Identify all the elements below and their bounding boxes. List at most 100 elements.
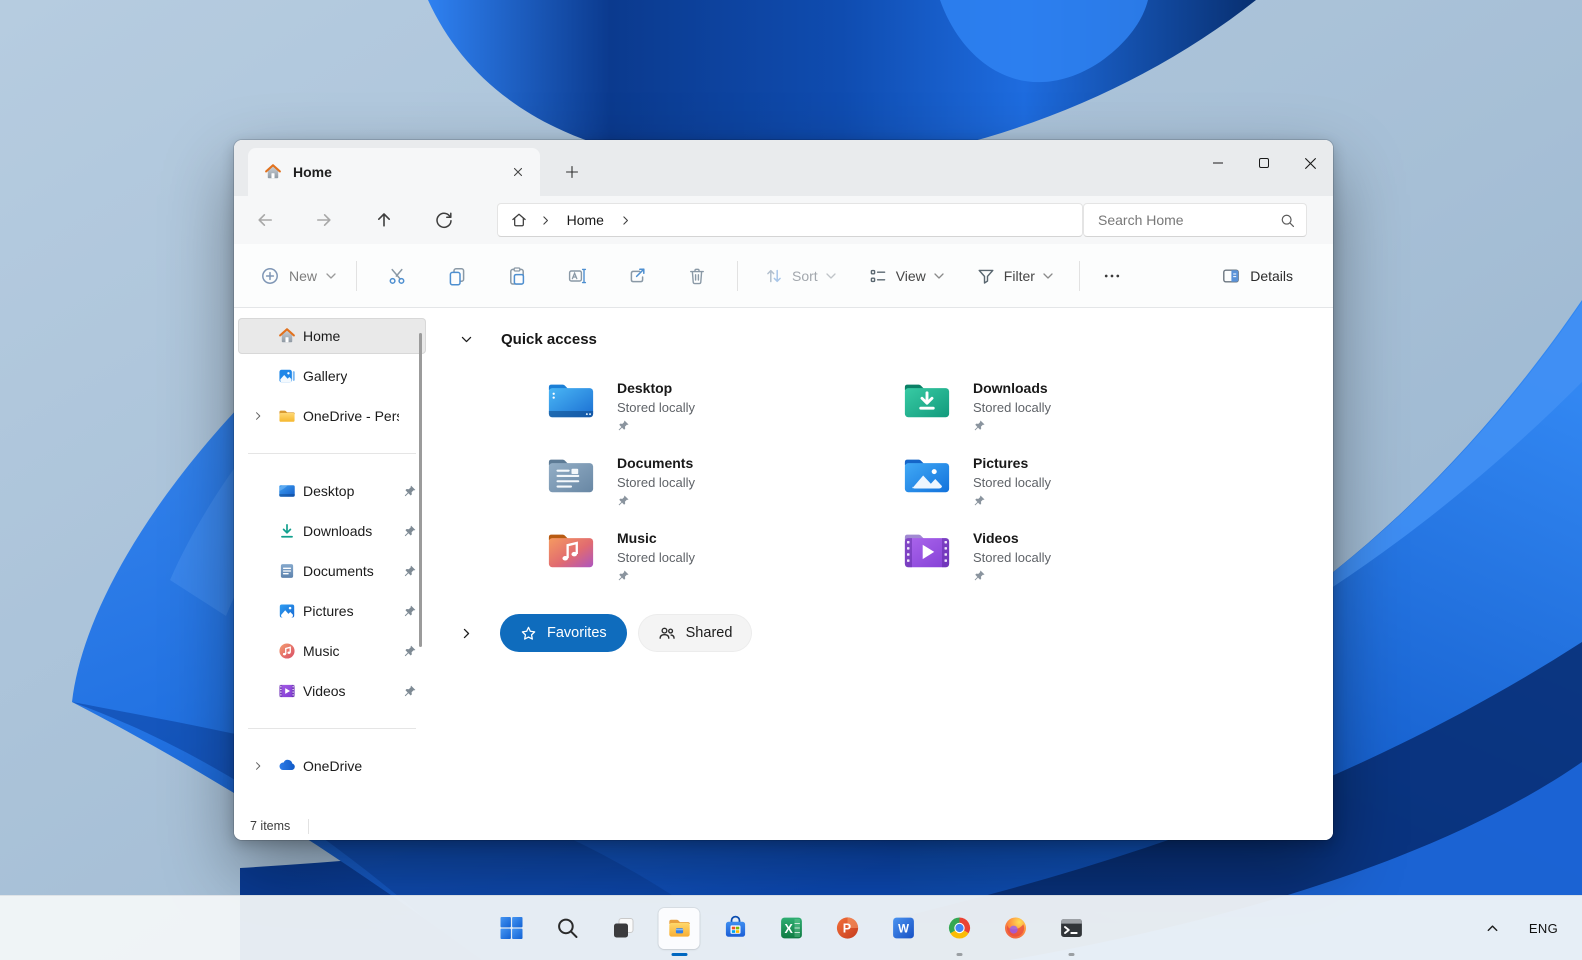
view-button[interactable]: View (858, 256, 954, 296)
sidebar-item-onedrive-personal[interactable]: OneDrive - Perso (238, 398, 426, 434)
sidebar-item-desktop[interactable]: Desktop (238, 473, 426, 509)
tab-bar: Home (234, 140, 1333, 196)
search-icon[interactable] (1279, 212, 1296, 229)
running-indicator (1068, 952, 1074, 956)
up-icon[interactable] (367, 203, 401, 237)
chrome-icon (948, 917, 970, 939)
terminal-button[interactable] (1051, 908, 1092, 956)
chevron-down-icon (826, 272, 836, 279)
folder-music-icon (548, 534, 594, 568)
breadcrumb-home-icon[interactable] (510, 211, 528, 229)
rename-icon[interactable] (557, 256, 597, 296)
breadcrumb-chevron-icon-2[interactable] (618, 213, 633, 228)
sort-button[interactable]: Sort (754, 256, 846, 296)
breadcrumb-chevron-icon[interactable] (538, 213, 553, 228)
sidebar-item-music[interactable]: Music (238, 633, 426, 669)
task-view-button[interactable] (603, 908, 644, 949)
chevron-right-icon[interactable] (458, 625, 475, 642)
pill-label: Favorites (547, 625, 607, 641)
chevron-right-icon[interactable] (250, 408, 266, 424)
section-title: Quick access (501, 331, 597, 348)
firefox-button[interactable] (995, 908, 1036, 949)
excel-button[interactable]: X (771, 908, 812, 949)
running-indicator (671, 952, 687, 956)
tab-home[interactable]: Home (248, 148, 540, 196)
svg-text:X: X (784, 922, 793, 936)
status-divider (308, 818, 310, 834)
search-input[interactable] (1098, 212, 1279, 228)
refresh-icon[interactable] (427, 203, 461, 237)
details-button[interactable]: Details (1211, 256, 1303, 296)
sidebar-item-onedrive[interactable]: OneDrive (238, 748, 426, 784)
sidebar-item-gallery[interactable]: Gallery (238, 358, 426, 394)
folder-tile-music[interactable]: Music Stored locally (546, 528, 902, 603)
navigation-pane: Home Gallery OneDrive - Per Desktop Down… (234, 308, 430, 812)
more-options-icon[interactable] (1092, 256, 1132, 296)
folder-tile-videos[interactable]: Videos Stored locally (902, 528, 1258, 603)
documents-icon (278, 562, 296, 580)
sidebar-item-home[interactable]: Home (238, 318, 426, 354)
toolbar-divider (737, 260, 739, 291)
filter-button[interactable]: Filter (966, 256, 1063, 296)
system-tray: ENG (1485, 896, 1582, 960)
search-box[interactable] (1083, 203, 1307, 237)
folder-tile-desktop[interactable]: Desktop Stored locally (546, 378, 902, 453)
funnel-icon (978, 269, 994, 284)
folder-status: Stored locally (617, 475, 696, 490)
breadcrumb-segment-home[interactable]: Home (563, 212, 608, 228)
onedrive-cloud-icon (278, 757, 296, 775)
start-button[interactable] (491, 908, 532, 949)
sidebar-item-downloads[interactable]: Downloads (238, 513, 426, 549)
sidebar-scrollbar[interactable] (419, 333, 422, 647)
address-bar[interactable]: Home (496, 203, 1083, 237)
taskbar-search-button[interactable] (547, 908, 588, 949)
pictures-icon (278, 602, 296, 620)
pin-icon (403, 684, 417, 698)
folder-desktop-icon (548, 384, 594, 418)
maximize-icon[interactable] (1241, 140, 1287, 186)
microsoft-store-button[interactable] (715, 908, 756, 949)
new-button[interactable]: New (250, 256, 346, 296)
content-pane: Quick access Desktop Stored locally Down… (430, 308, 1333, 812)
running-indicator (956, 952, 962, 956)
excel-icon: X (780, 917, 802, 939)
folder-tile-documents[interactable]: Documents Stored locally (546, 453, 902, 528)
task-view-icon (613, 918, 633, 938)
pin-icon (974, 420, 985, 431)
chrome-button[interactable] (939, 908, 980, 956)
folder-tile-downloads[interactable]: Downloads Stored locally (902, 378, 1258, 453)
back-icon[interactable] (248, 203, 282, 237)
favorites-pill[interactable]: Favorites (500, 614, 627, 652)
sidebar-item-pictures[interactable]: Pictures (238, 593, 426, 629)
cut-icon[interactable] (377, 256, 417, 296)
shared-pill[interactable]: Shared (637, 614, 753, 652)
sort-arrows-icon (767, 269, 781, 282)
minimize-icon[interactable] (1195, 140, 1241, 186)
new-tab-button[interactable] (556, 156, 588, 188)
paste-icon[interactable] (497, 256, 537, 296)
chevron-right-icon[interactable] (250, 758, 266, 774)
pin-icon (974, 495, 985, 506)
share-icon[interactable] (617, 256, 657, 296)
tray-chevron-up-icon[interactable] (1485, 921, 1500, 936)
folder-tile-pictures[interactable]: Pictures Stored locally (902, 453, 1258, 528)
downloads-icon (278, 522, 296, 540)
pin-icon (974, 570, 985, 581)
folder-documents-icon (548, 459, 594, 493)
powerpoint-button[interactable]: P (827, 908, 868, 949)
items-count: 7 items (250, 819, 291, 833)
folder-name: Music (617, 530, 657, 546)
sidebar-item-label: Music (303, 643, 340, 659)
delete-icon[interactable] (677, 256, 717, 296)
copy-icon[interactable] (437, 256, 477, 296)
close-tab-icon[interactable] (504, 158, 532, 186)
forward-icon[interactable] (308, 203, 342, 237)
tab-title: Home (293, 164, 332, 180)
chevron-down-icon[interactable] (458, 331, 475, 348)
sidebar-item-documents[interactable]: Documents (238, 553, 426, 589)
language-indicator[interactable]: ENG (1529, 921, 1558, 936)
sidebar-item-videos[interactable]: Videos (238, 673, 426, 709)
taskbar-file-explorer-button[interactable] (658, 907, 700, 956)
word-button[interactable]: W (883, 908, 924, 949)
close-window-icon[interactable] (1287, 140, 1333, 186)
